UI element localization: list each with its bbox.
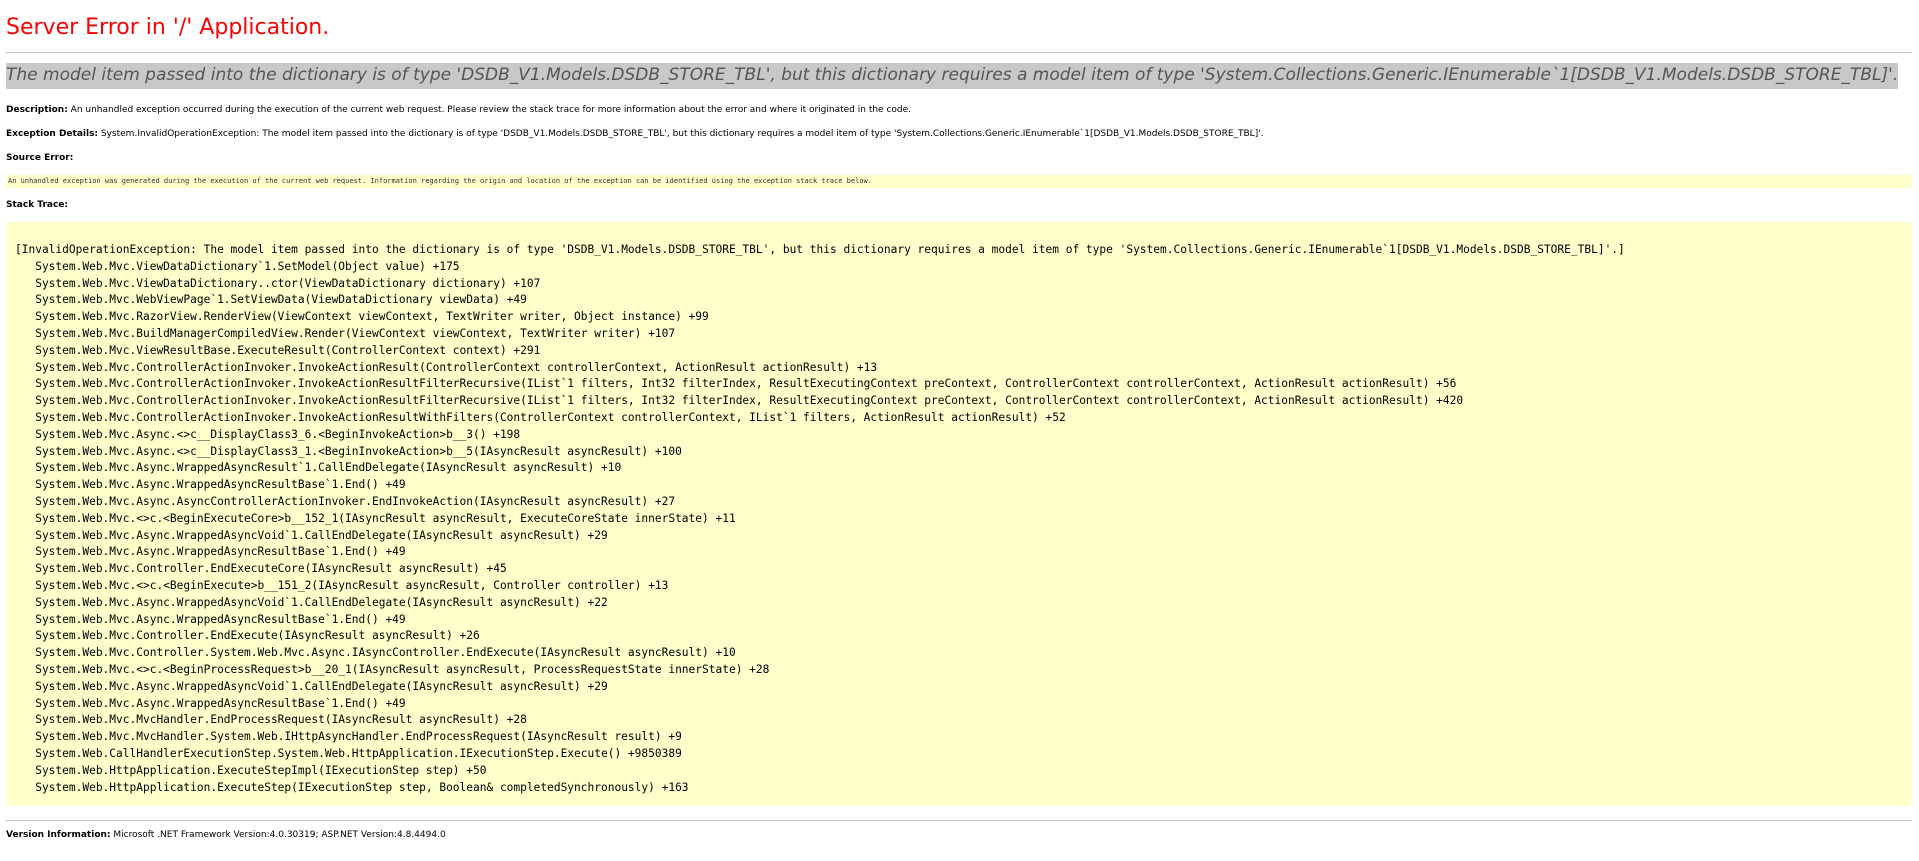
title-divider [6, 52, 1912, 53]
exception-details-row: Exception Details: System.InvalidOperati… [6, 128, 1913, 141]
stack-trace-frame: System.Web.Mvc.Async.WrappedAsyncVoid`1.… [15, 679, 608, 693]
error-page: Server Error in '/' Application. The mod… [0, 0, 1919, 841]
stack-trace-frame: System.Web.Mvc.Controller.System.Web.Mvc… [15, 646, 736, 660]
stack-trace-frame: System.Web.Mvc.<>c.<BeginExecute>b__151_… [15, 578, 669, 592]
exception-details-label: Exception Details: [6, 129, 99, 139]
stack-trace-frame: System.Web.HttpApplication.ExecuteStepIm… [15, 763, 487, 777]
stack-trace-frame: System.Web.Mvc.ControllerActionInvoker.I… [15, 360, 878, 374]
stack-trace-frame: System.Web.Mvc.ViewResultBase.ExecuteRes… [15, 343, 541, 357]
stack-trace-frame: System.Web.Mvc.Async.WrappedAsyncResultB… [15, 612, 406, 626]
stack-trace-frame: System.Web.Mvc.Async.WrappedAsyncResultB… [15, 696, 406, 710]
stack-trace-frame: System.Web.Mvc.Async.WrappedAsyncResultB… [15, 478, 406, 492]
stack-trace-frame: System.Web.Mvc.MvcHandler.EndProcessRequ… [15, 713, 527, 727]
stack-trace-frame: System.Web.Mvc.ControllerActionInvoker.I… [15, 377, 1457, 391]
source-error-row: Source Error: [6, 152, 1913, 165]
stack-trace-frame: System.Web.Mvc.ControllerActionInvoker.I… [15, 410, 1066, 424]
footer-divider [6, 820, 1912, 822]
stack-trace-box: [InvalidOperationException: The model it… [6, 222, 1912, 807]
stack-trace-frame: System.Web.Mvc.Controller.EndExecuteCore… [15, 562, 507, 576]
stack-trace-frame: System.Web.Mvc.BuildManagerCompiledView.… [15, 326, 676, 340]
stack-trace-exception-line: [InvalidOperationException: The model it… [15, 243, 1625, 256]
stack-trace-frame: System.Web.Mvc.ViewDataDictionary..ctor(… [15, 276, 541, 290]
version-info-text: Microsoft .NET Framework Version:4.0.303… [110, 830, 446, 841]
stack-trace-frame: System.Web.Mvc.Async.<>c__DisplayClass3_… [15, 427, 521, 441]
version-info-row: Version Information: Microsoft .NET Fram… [6, 829, 1913, 841]
stack-trace-frame: System.Web.Mvc.Async.<>c__DisplayClass3_… [15, 444, 682, 458]
stack-trace-frame: System.Web.Mvc.<>c.<BeginProcessRequest>… [15, 662, 770, 676]
version-info-label: Version Information: [6, 830, 111, 841]
source-error-box: An unhandled exception was generated dur… [6, 175, 1912, 188]
stack-trace-frame: System.Web.Mvc.Controller.EndExecute(IAs… [15, 629, 480, 643]
stack-trace-label: Stack Trace: [6, 200, 69, 210]
description-text: An unhandled exception occurred during t… [67, 105, 912, 115]
page-title: Server Error in '/' Application. [6, 15, 330, 40]
stack-trace-frame: System.Web.Mvc.ViewDataDictionary`1.SetM… [15, 259, 460, 273]
stack-trace-frame: System.Web.Mvc.<>c.<BeginExecuteCore>b__… [15, 511, 736, 525]
stack-trace-frame: System.Web.Mvc.WebViewPage`1.SetViewData… [15, 293, 527, 307]
stack-trace-frame: System.Web.Mvc.Async.AsyncControllerActi… [15, 494, 676, 508]
stack-trace-frame: System.Web.Mvc.Async.WrappedAsyncVoid`1.… [15, 528, 608, 542]
description-label: Description: [6, 105, 68, 115]
stack-trace-frame: System.Web.Mvc.Async.WrappedAsyncResultB… [15, 545, 406, 559]
exception-details-text: System.InvalidOperationException: The mo… [98, 129, 1264, 139]
stack-trace-frame: System.Web.Mvc.Async.WrappedAsyncResult`… [15, 461, 622, 475]
stack-trace-frame: System.Web.Mvc.RazorView.RenderView(View… [15, 310, 709, 324]
stack-trace-frame: System.Web.CallHandlerExecutionStep.Syst… [15, 746, 682, 760]
stack-trace-frame: System.Web.Mvc.MvcHandler.System.Web.IHt… [15, 730, 682, 744]
error-headline: The model item passed into the dictionar… [6, 63, 1899, 89]
description-row: Description: An unhandled exception occu… [6, 104, 1913, 117]
stack-trace-frame: System.Web.Mvc.Async.WrappedAsyncVoid`1.… [15, 595, 608, 609]
source-error-label: Source Error: [6, 153, 74, 163]
stack-trace-frame: System.Web.HttpApplication.ExecuteStep(I… [15, 780, 689, 794]
stack-trace-row: Stack Trace: [6, 199, 1913, 212]
stack-trace-frame: System.Web.Mvc.ControllerActionInvoker.I… [15, 394, 1464, 408]
